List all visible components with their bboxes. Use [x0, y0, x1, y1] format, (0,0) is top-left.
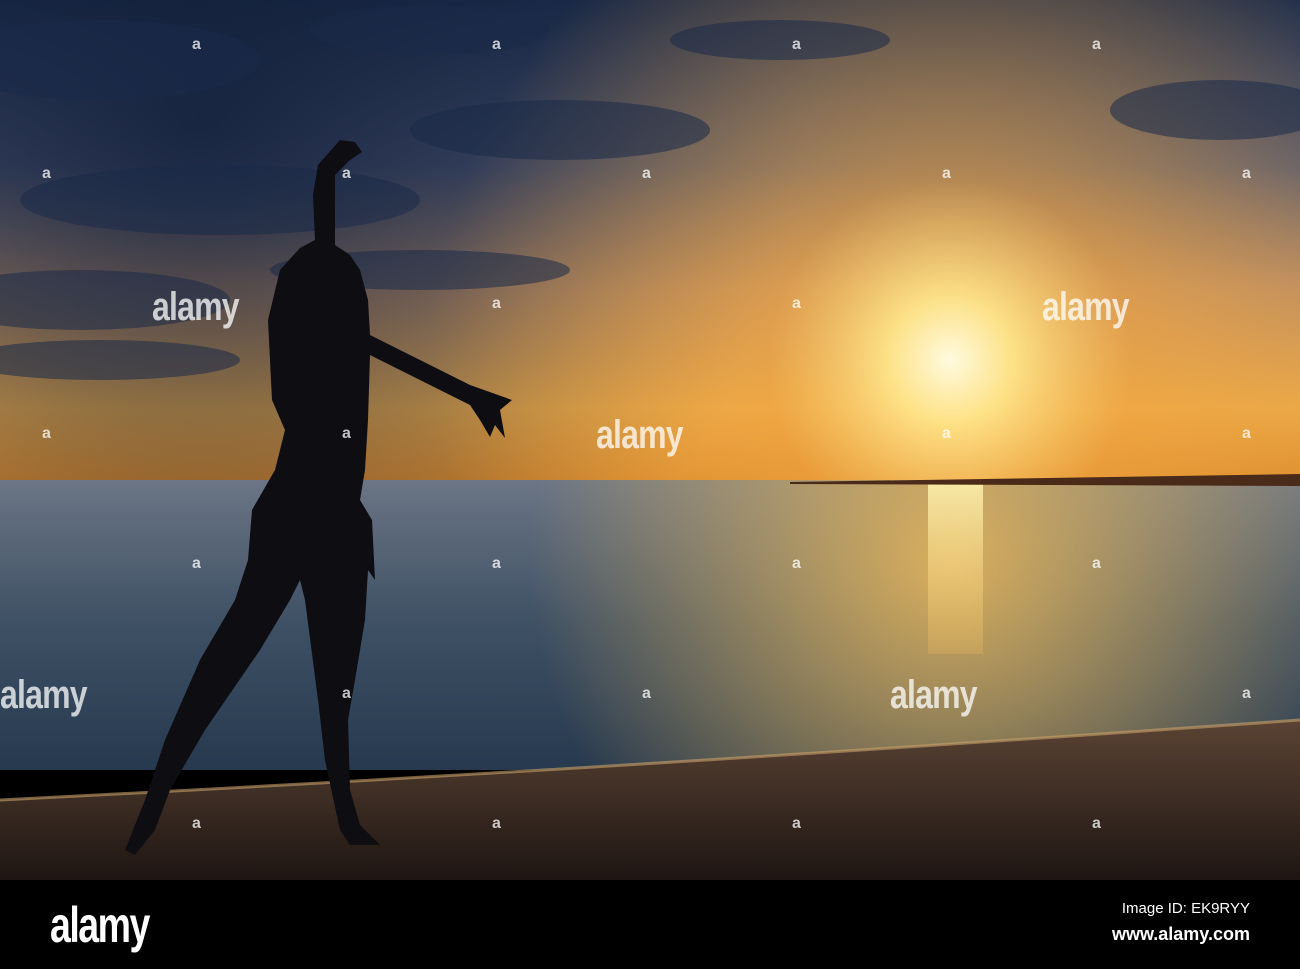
- watermark-mark: a: [492, 36, 501, 53]
- watermark-mark: a: [42, 165, 51, 182]
- watermark-mark: a: [1242, 425, 1251, 442]
- watermark-text: alamy: [0, 673, 88, 717]
- watermark-mark: a: [342, 685, 351, 702]
- watermark-mark: a: [792, 36, 801, 53]
- watermark-mark: a: [192, 815, 201, 832]
- watermark-mark: a: [792, 295, 801, 312]
- watermark-mark: a: [642, 685, 651, 702]
- watermark-mark: a: [492, 555, 501, 572]
- watermark-mark: a: [492, 815, 501, 832]
- watermark-mark: a: [192, 555, 201, 572]
- watermark-mark: a: [1242, 165, 1251, 182]
- watermark-mark: a: [342, 425, 351, 442]
- watermark-mark: a: [492, 295, 501, 312]
- watermark-text: alamy: [1042, 285, 1130, 329]
- image-id: Image ID: EK9RYY: [1121, 900, 1250, 917]
- watermark-text: alamy: [152, 285, 240, 329]
- watermark-text: alamy: [890, 673, 978, 717]
- watermark-mark: a: [942, 425, 951, 442]
- watermark-mark: a: [342, 165, 351, 182]
- watermark-mark: a: [1242, 685, 1251, 702]
- watermark-mark: a: [942, 165, 951, 182]
- watermark-mark: a: [1092, 36, 1101, 53]
- watermark-mark: a: [792, 555, 801, 572]
- website-link: www.alamy.com: [1111, 924, 1250, 944]
- watermark-text: alamy: [596, 413, 684, 457]
- watermark-mark: a: [1092, 815, 1101, 832]
- watermark-mark: a: [642, 165, 651, 182]
- watermark-mark: a: [792, 815, 801, 832]
- stock-photo: alamy alamy alamy alamy alamy a a a a a …: [0, 0, 1300, 969]
- watermark-mark: a: [42, 425, 51, 442]
- footer-bar: alamy Image ID: EK9RYY www.alamy.com: [0, 880, 1300, 969]
- watermark-mark: a: [192, 36, 201, 53]
- alamy-logo: alamy: [50, 897, 150, 953]
- watermark-mark: a: [1092, 555, 1101, 572]
